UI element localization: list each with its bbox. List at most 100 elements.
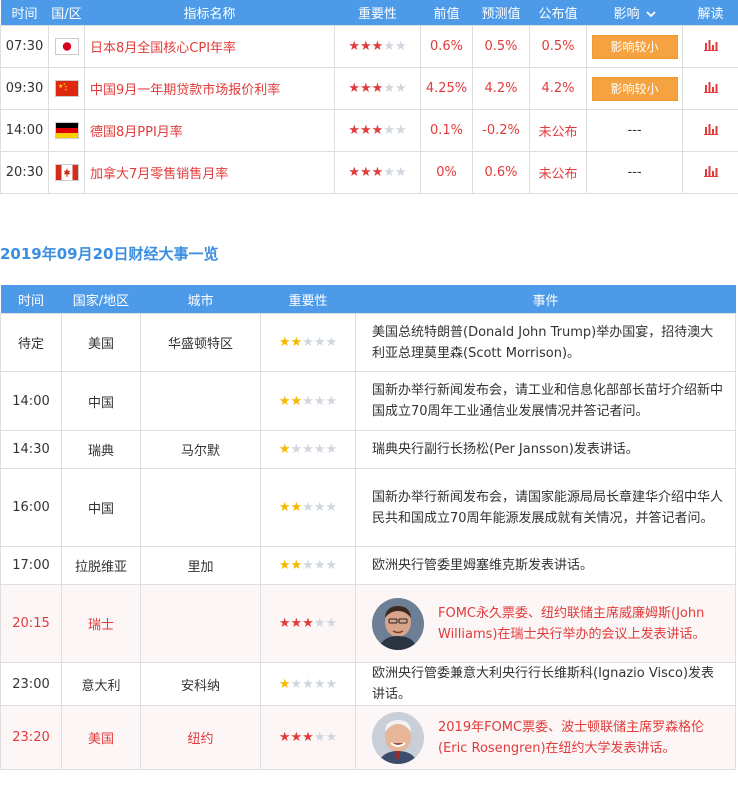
star-icon: ★ bbox=[360, 39, 372, 54]
flag-cell bbox=[48, 109, 85, 152]
event-row[interactable]: 14:00 中国 ★★★★★ 国新办举行新闻发布会，请工业和信息化部部长苗圩介绍新中国… bbox=[0, 371, 736, 431]
event-city: 马尔默 bbox=[140, 430, 261, 469]
star-icon: ★ bbox=[325, 442, 338, 457]
time-cell: 14:00 bbox=[0, 109, 49, 152]
event-row[interactable]: 20:15 瑞士 ★★★★★ FOMC永久票委、纽约联储主席威廉姆斯(John Wil… bbox=[0, 584, 736, 663]
impact-text: --- bbox=[627, 123, 642, 138]
indicator-name[interactable]: 加拿大7月零售销售月率 bbox=[84, 151, 335, 194]
header-actual: 公布值 bbox=[529, 0, 587, 26]
analysis-cell[interactable] bbox=[682, 151, 738, 194]
event-city: 里加 bbox=[140, 546, 261, 585]
header-impact[interactable]: 影响 bbox=[586, 0, 683, 26]
star-icon: ★ bbox=[325, 393, 338, 409]
star-icon: ★ bbox=[313, 335, 326, 350]
bar-chart-icon[interactable] bbox=[703, 123, 718, 139]
event-country: 拉脱维亚 bbox=[61, 546, 141, 585]
event-row[interactable]: 14:30 瑞典 马尔默 ★★★★★ 瑞典央行副行长扬松(Per Jansson)发表讲… bbox=[0, 430, 736, 469]
event-row[interactable]: 待定 美国 华盛顿特区 ★★★★★ 美国总统特朗普(Donald John Trump)… bbox=[0, 313, 736, 372]
star-icon: ★ bbox=[325, 616, 338, 631]
star-icon: ★ bbox=[325, 335, 338, 350]
star-icon: ★ bbox=[278, 730, 291, 745]
impact-text: --- bbox=[627, 165, 642, 180]
impact-cell: 影响较小 bbox=[586, 25, 683, 68]
previous-value: 0% bbox=[420, 151, 473, 194]
indicator-name[interactable]: 德国8月PPI月率 bbox=[84, 109, 335, 152]
previous-value: 0.1% bbox=[420, 109, 473, 152]
star-icon: ★ bbox=[302, 676, 314, 692]
star-icon: ★ bbox=[313, 616, 326, 631]
indicator-name[interactable]: 中国9月一年期贷款市场报价利率 bbox=[84, 67, 335, 110]
bar-chart-icon[interactable] bbox=[703, 165, 718, 181]
section-title: 2019年09月20日财经大事一览 bbox=[0, 245, 219, 263]
japan-flag-icon bbox=[54, 38, 79, 55]
star-icon: ★ bbox=[394, 165, 407, 180]
event-text: 国新办举行新闻发布会，请工业和信息化部部长苗圩介绍新中国成立70周年工业通信业发… bbox=[372, 383, 724, 419]
header-country: 国/区 bbox=[48, 0, 85, 26]
event-row[interactable]: 16:00 中国 ★★★★★ 国新办举行新闻发布会，请国家能源局局长章建华介绍中华人民… bbox=[0, 468, 736, 547]
header-importance: 重要性 bbox=[334, 0, 421, 26]
star-icon: ★ bbox=[290, 335, 303, 350]
indicator-name[interactable]: 日本8月全国核心CPI年率 bbox=[84, 25, 335, 68]
event-row[interactable]: 17:00 拉脱维亚 里加 ★★★★★ 欧洲央行管委里姆塞维克斯发表讲话。 bbox=[0, 546, 736, 585]
event-cell: 欧洲央行管委兼意大利央行行长维斯科(Ignazio Visco)发表讲话。 bbox=[355, 662, 736, 706]
calendar-row[interactable]: 09:30 ★ ★ ★ ★ 中国9月一年期贷款市场报价利率 ★★★★★ 4.25% 4.2% 4.… bbox=[0, 67, 738, 110]
header-forecast: 预测值 bbox=[472, 0, 530, 26]
previous-value: 4.25% bbox=[420, 67, 473, 110]
bar-chart-icon[interactable] bbox=[703, 81, 718, 97]
events-header-importance: 重要性 bbox=[260, 285, 356, 314]
event-row[interactable]: 23:20 美国 纽约 ★★★★★ 2019年FOMC票委、波士顿联储主席罗森格伦(Er… bbox=[0, 705, 736, 770]
event-importance: ★★★★★ bbox=[260, 371, 356, 431]
previous-value: 0.6% bbox=[420, 25, 473, 68]
event-city: 安科纳 bbox=[140, 662, 261, 706]
star-icon: ★ bbox=[278, 616, 291, 631]
star-icon: ★ bbox=[394, 123, 407, 138]
analysis-cell[interactable] bbox=[682, 25, 738, 68]
event-text: 欧洲央行管委兼意大利央行行长维斯科(Ignazio Visco)发表讲话。 bbox=[372, 666, 715, 702]
star-icon: ★ bbox=[290, 500, 303, 515]
calendar-header-row: 时间 国/区 指标名称 重要性 前值 预测值 公布值 影响 解读 bbox=[0, 0, 738, 26]
event-cell: 2019年FOMC票委、波士顿联储主席罗森格伦(Eric Rosengren)在… bbox=[355, 705, 736, 770]
event-time: 14:00 bbox=[0, 371, 62, 431]
event-importance: ★★★★★ bbox=[260, 662, 356, 706]
analysis-cell[interactable] bbox=[682, 67, 738, 110]
event-text: 瑞典央行副行长扬松(Per Jansson)发表讲话。 bbox=[372, 442, 639, 457]
calendar-row[interactable]: 20:30 加拿大7月零售销售月率 ★★★★★ 0% 0.6% 未公布 --- bbox=[0, 151, 738, 194]
bar-chart-icon[interactable] bbox=[703, 39, 718, 55]
star-icon: ★ bbox=[278, 500, 291, 515]
star-icon: ★ bbox=[325, 558, 338, 573]
impact-badge[interactable]: 影响较小 bbox=[591, 76, 678, 101]
event-time: 23:00 bbox=[0, 662, 62, 706]
star-icon: ★ bbox=[278, 335, 291, 350]
event-country: 意大利 bbox=[61, 662, 141, 706]
star-icon: ★ bbox=[383, 81, 395, 96]
event-country: 瑞典 bbox=[61, 430, 141, 469]
analysis-cell[interactable] bbox=[682, 109, 738, 152]
events-body: 待定 美国 华盛顿特区 ★★★★★ 美国总统特朗普(Donald John Trump)… bbox=[0, 313, 736, 770]
star-icon: ★ bbox=[290, 616, 303, 631]
star-icon: ★ bbox=[360, 81, 372, 96]
event-country: 瑞士 bbox=[61, 584, 141, 663]
events-header-city: 城市 bbox=[140, 285, 261, 314]
canada-flag-icon bbox=[54, 164, 79, 181]
star-icon: ★ bbox=[290, 393, 303, 409]
calendar-row[interactable]: 14:00 德国8月PPI月率 ★★★★★ 0.1% -0.2% 未公布 --- bbox=[0, 109, 738, 152]
impact-badge[interactable]: 影响较小 bbox=[591, 34, 678, 59]
star-icon: ★ bbox=[313, 393, 326, 409]
event-city bbox=[140, 468, 261, 547]
importance-cell: ★★★★★ bbox=[334, 151, 421, 194]
header-analysis: 解读 bbox=[682, 0, 738, 26]
impact-cell: 影响较小 bbox=[586, 67, 683, 110]
star-icon: ★ bbox=[302, 335, 314, 350]
event-cell: 欧洲央行管委里姆塞维克斯发表讲话。 bbox=[355, 546, 736, 585]
star-icon: ★ bbox=[313, 730, 326, 745]
event-text: 2019年FOMC票委、波士顿联储主席罗森格伦(Eric Rosengren)在… bbox=[438, 719, 705, 756]
star-icon: ★ bbox=[290, 730, 303, 745]
actual-value: 4.2% bbox=[529, 67, 587, 110]
event-row[interactable]: 23:00 意大利 安科纳 ★★★★★ 欧洲央行管委兼意大利央行行长维斯科(Ignazi… bbox=[0, 662, 736, 706]
event-time: 14:30 bbox=[0, 430, 62, 469]
chevron-down-icon[interactable] bbox=[645, 7, 656, 21]
impact-cell: --- bbox=[586, 109, 683, 152]
events-header-row: 时间 国家/地区 城市 重要性 事件 bbox=[0, 285, 736, 314]
calendar-row[interactable]: 07:30 日本8月全国核心CPI年率 ★★★★★ 0.6% 0.5% 0.5% 影响较小 bbox=[0, 25, 738, 68]
event-city: 华盛顿特区 bbox=[140, 313, 261, 372]
